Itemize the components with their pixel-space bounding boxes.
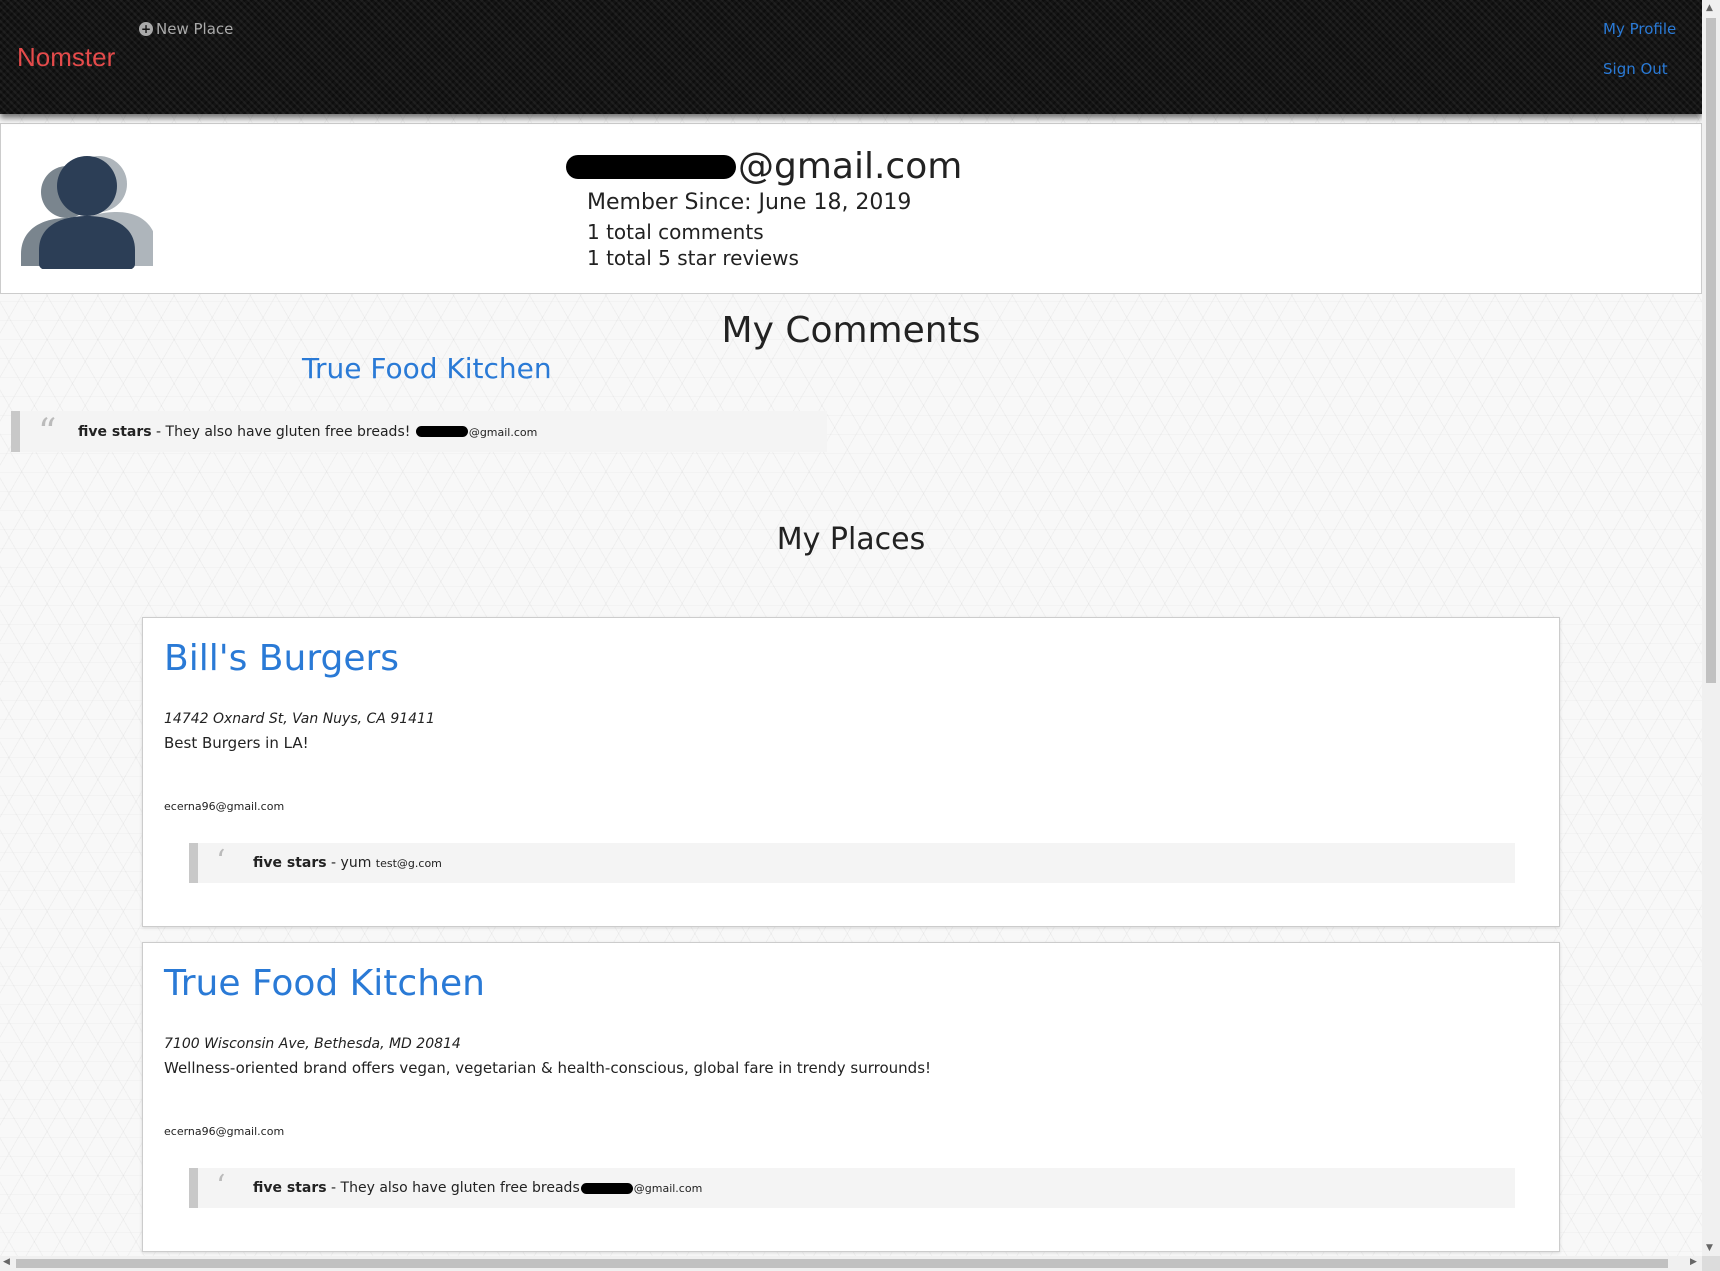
place-comment: ‘ five stars - They also have gluten fre… bbox=[189, 1168, 1515, 1208]
comment-rating: five stars bbox=[253, 855, 327, 871]
email-suffix: @gmail.com bbox=[738, 146, 963, 187]
comment-body: - yum bbox=[326, 855, 376, 871]
quote-icon: “ bbox=[38, 412, 57, 453]
member-since: Member Since: June 18, 2019 bbox=[587, 190, 912, 215]
total-comments: 1 total comments bbox=[587, 220, 764, 244]
place-owner: ecerna96@gmail.com bbox=[164, 800, 285, 813]
comment-text: five stars - yum test@g.com bbox=[253, 855, 442, 871]
scroll-right-icon[interactable]: ▶ bbox=[1690, 1257, 1697, 1267]
profile-card: @gmail.com Member Since: June 18, 2019 1… bbox=[0, 123, 1702, 294]
comment-rating: five stars bbox=[78, 423, 152, 440]
vertical-scrollbar[interactable]: ▲ ▼ bbox=[1702, 0, 1720, 1256]
scrollbar-corner bbox=[1702, 1256, 1720, 1271]
total-five-star-reviews: 1 total 5 star reviews bbox=[587, 246, 799, 270]
new-place-link[interactable]: + New Place bbox=[139, 20, 233, 38]
nav-right: My Profile Sign Out bbox=[1603, 20, 1676, 100]
redaction-bar bbox=[566, 154, 736, 179]
brand-logo[interactable]: Nomster bbox=[17, 42, 115, 73]
comment-body: - They also have gluten free breads bbox=[326, 1180, 580, 1196]
new-place-label: New Place bbox=[156, 20, 234, 38]
scroll-down-icon[interactable]: ▼ bbox=[1706, 1243, 1713, 1253]
comment-author: test@g.com bbox=[375, 857, 442, 870]
navbar: Nomster + New Place My Profile Sign Out bbox=[0, 0, 1702, 114]
scroll-left-icon[interactable]: ◀ bbox=[3, 1257, 10, 1267]
redaction-bar bbox=[580, 1182, 633, 1194]
place-description: Wellness-oriented brand offers vegan, ve… bbox=[164, 1059, 932, 1077]
place-name-link[interactable]: True Food Kitchen bbox=[164, 963, 485, 1004]
place-owner: ecerna96@gmail.com bbox=[164, 1125, 285, 1138]
profile-email: @gmail.com bbox=[566, 146, 962, 187]
my-profile-link[interactable]: My Profile bbox=[1603, 20, 1676, 38]
sign-out-link[interactable]: Sign Out bbox=[1603, 60, 1676, 78]
place-card: Bill's Burgers 14742 Oxnard St, Van Nuys… bbox=[142, 617, 1560, 927]
place-address: 14742 Oxnard St, Van Nuys, CA 91411 bbox=[164, 711, 435, 727]
page-viewport: Nomster + New Place My Profile Sign Out … bbox=[0, 0, 1702, 1256]
quote-icon: ‘ bbox=[216, 844, 226, 879]
comment-text: five stars - They also have gluten free … bbox=[253, 1180, 702, 1196]
comment-author-suffix: @gmail.com bbox=[468, 425, 538, 439]
comment-body: - They also have gluten free breads! bbox=[151, 423, 415, 440]
scroll-up-icon[interactable]: ▲ bbox=[1706, 3, 1713, 13]
comment-author-suffix: @gmail.com bbox=[633, 1182, 703, 1195]
my-comment: “ five stars - They also have gluten fre… bbox=[11, 411, 827, 452]
place-comment: ‘ five stars - yum test@g.com bbox=[189, 843, 1515, 883]
place-card: True Food Kitchen 7100 Wisconsin Ave, Be… bbox=[142, 942, 1560, 1252]
quote-icon: ‘ bbox=[216, 1169, 226, 1204]
horizontal-scroll-thumb[interactable] bbox=[16, 1259, 1668, 1268]
users-icon bbox=[21, 156, 153, 269]
place-name-link[interactable]: Bill's Burgers bbox=[164, 638, 399, 679]
comment-rating: five stars bbox=[253, 1180, 327, 1196]
place-description: Best Burgers in LA! bbox=[164, 734, 309, 752]
plus-circle-icon: + bbox=[139, 22, 153, 36]
comment-place-link[interactable]: True Food Kitchen bbox=[302, 352, 552, 385]
my-places-heading: My Places bbox=[776, 522, 926, 557]
vertical-scroll-thumb[interactable] bbox=[1706, 18, 1716, 683]
place-address: 7100 Wisconsin Ave, Bethesda, MD 20814 bbox=[164, 1036, 461, 1052]
horizontal-scrollbar[interactable]: ◀ ▶ bbox=[0, 1256, 1702, 1271]
my-comments-heading: My Comments bbox=[721, 310, 981, 351]
redaction-bar bbox=[415, 426, 468, 437]
comment-text: five stars - They also have gluten free … bbox=[78, 424, 537, 440]
